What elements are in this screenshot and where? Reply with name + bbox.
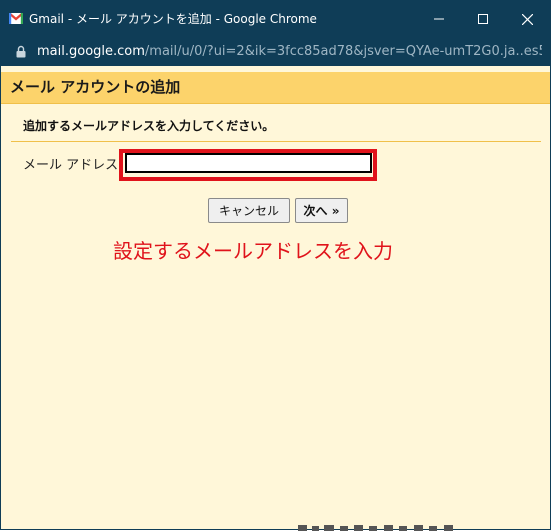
url-path: /mail/u/0/?ui=2&ik=3fcc85ad78&jsver=QYAe…	[144, 44, 542, 59]
minimize-icon	[434, 18, 444, 20]
url-host: mail.google.com	[37, 44, 145, 59]
gmail-icon	[9, 13, 23, 24]
window-title: Gmail - メール アカウントを追加 - Google Chrome	[29, 12, 317, 26]
maximize-button[interactable]	[461, 1, 505, 37]
email-address-input[interactable]	[125, 153, 372, 173]
next-button[interactable]: 次へ »	[295, 198, 348, 223]
dialog-title: メール アカウントの追加	[10, 78, 181, 96]
close-icon	[521, 13, 533, 25]
divider	[11, 141, 541, 142]
dialog-header: メール アカウントの追加	[1, 72, 550, 104]
email-label: メール アドレス	[23, 158, 119, 173]
annotation-text: 設定するメールアドレスを入力	[113, 239, 393, 263]
address-bar[interactable]: mail.google.com/mail/u/0/?ui=2&ik=3fcc85…	[1, 37, 550, 66]
chrome-popup-window: Gmail - メール アカウントを追加 - Google Chrome mai…	[0, 0, 551, 531]
lock-icon	[16, 45, 26, 58]
close-button[interactable]	[505, 1, 549, 37]
title-bar: Gmail - メール アカウントを追加 - Google Chrome	[1, 1, 550, 37]
cancel-button[interactable]: キャンセル	[208, 198, 290, 223]
minimize-button[interactable]	[417, 1, 461, 37]
url-text: mail.google.com/mail/u/0/?ui=2&ik=3fcc85…	[37, 37, 542, 66]
instruction-text: 追加するメールアドレスを入力してください。	[23, 119, 275, 133]
maximize-icon	[478, 14, 488, 24]
